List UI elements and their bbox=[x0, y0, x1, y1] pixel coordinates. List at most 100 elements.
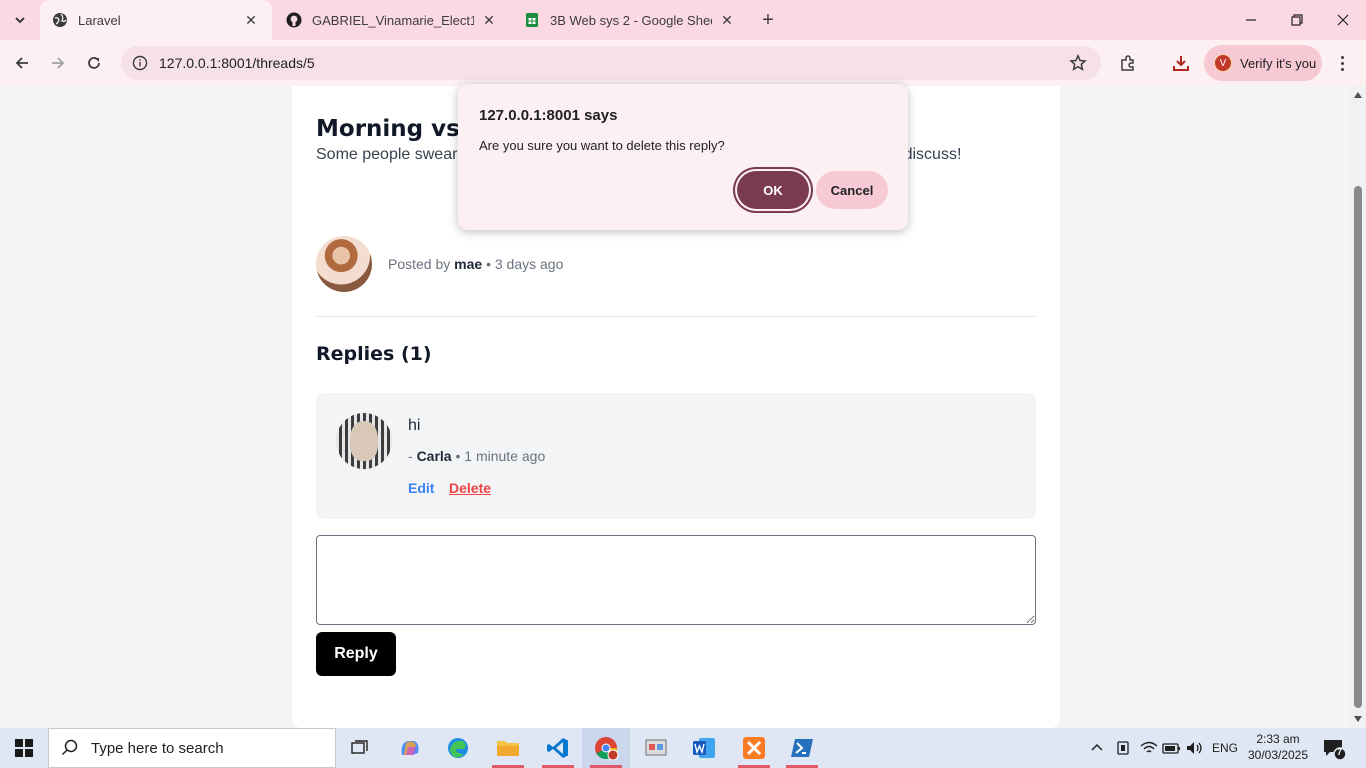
page-scrollbar[interactable] bbox=[1350, 86, 1366, 728]
battery-icon[interactable] bbox=[1162, 728, 1182, 768]
download-icon[interactable] bbox=[1168, 50, 1194, 76]
divider bbox=[316, 316, 1036, 317]
copilot-app[interactable] bbox=[386, 728, 434, 768]
scroll-up-arrow-icon[interactable] bbox=[1354, 92, 1362, 98]
xampp-icon bbox=[743, 737, 765, 759]
cancel-button[interactable]: Cancel bbox=[816, 171, 888, 209]
start-button[interactable] bbox=[8, 734, 40, 762]
taskbar-search-box[interactable]: Type here to search bbox=[48, 728, 336, 768]
avatar bbox=[316, 236, 372, 292]
address-bar[interactable]: 127.0.0.1:8001/threads/5 bbox=[121, 46, 1101, 80]
reply-author: Carla bbox=[416, 448, 452, 464]
tab-search-button[interactable] bbox=[6, 6, 34, 34]
restore-button[interactable] bbox=[1274, 0, 1320, 40]
device-tray-icon[interactable] bbox=[1116, 728, 1130, 768]
reply-item: hi - Carla • 1 minute ago Edit Delete bbox=[316, 393, 1036, 519]
word-icon bbox=[693, 738, 715, 758]
thread-author-info: Posted by mae • 3 days ago bbox=[316, 236, 563, 292]
tab-title: GABRIEL_Vinamarie_Elect1/gab bbox=[312, 12, 474, 28]
profile-verify-button[interactable]: V Verify it's you bbox=[1204, 45, 1322, 81]
notification-center-button[interactable]: 7 bbox=[1322, 736, 1347, 761]
restore-icon bbox=[1291, 14, 1303, 26]
github-icon bbox=[286, 12, 302, 28]
tab-google-sheets[interactable]: 3B Web sys 2 - Google Sheets ✕ bbox=[512, 0, 748, 40]
taskbar-clock[interactable]: 2:33 am 30/03/2025 bbox=[1246, 731, 1310, 763]
close-tab-icon[interactable]: ✕ bbox=[718, 11, 736, 29]
chrome-app[interactable] bbox=[582, 728, 630, 768]
thread-author: mae bbox=[454, 256, 483, 272]
notification-count: 7 bbox=[1337, 747, 1343, 757]
arrow-right-icon bbox=[52, 57, 65, 69]
edge-app[interactable] bbox=[434, 728, 482, 768]
url-text: 127.0.0.1:8001/threads/5 bbox=[159, 55, 315, 71]
delete-reply-link[interactable]: Delete bbox=[449, 480, 491, 496]
more-menu-icon[interactable] bbox=[1332, 50, 1352, 76]
edit-reply-link[interactable]: Edit bbox=[408, 480, 434, 496]
tab-laravel[interactable]: Laravel ✕ bbox=[40, 0, 272, 40]
windows-taskbar: Type here to search ENG 2:33 am 30/03/20… bbox=[0, 728, 1366, 768]
tab-github[interactable]: GABRIEL_Vinamarie_Elect1/gab ✕ bbox=[274, 0, 510, 40]
site-info-icon[interactable] bbox=[123, 55, 157, 71]
chrome-icon bbox=[595, 737, 619, 761]
close-icon bbox=[1337, 14, 1349, 26]
show-hidden-icons[interactable] bbox=[1090, 728, 1104, 768]
file-explorer-app[interactable] bbox=[484, 728, 532, 768]
avatar bbox=[336, 413, 392, 469]
clock-time: 2:33 am bbox=[1256, 732, 1300, 746]
dialog-title: 127.0.0.1:8001 says bbox=[479, 107, 618, 124]
chevron-down-icon bbox=[15, 17, 25, 24]
reply-text: hi bbox=[408, 417, 421, 434]
reply-meta-prefix: - bbox=[408, 448, 413, 464]
forward-button[interactable] bbox=[44, 49, 72, 77]
ok-button[interactable]: OK bbox=[737, 171, 809, 209]
reply-textarea[interactable] bbox=[316, 535, 1036, 625]
word-app[interactable] bbox=[680, 728, 728, 768]
edge-icon bbox=[448, 738, 468, 758]
vscode-app[interactable] bbox=[534, 728, 582, 768]
globe-icon bbox=[52, 12, 68, 28]
bookmark-star-icon[interactable] bbox=[1069, 53, 1087, 77]
xampp-app[interactable] bbox=[730, 728, 778, 768]
minimize-button[interactable] bbox=[1228, 0, 1274, 40]
powershell-app[interactable] bbox=[778, 728, 826, 768]
thread-posted-time: 3 days ago bbox=[494, 256, 564, 272]
tab-title: 3B Web sys 2 - Google Sheets bbox=[550, 12, 712, 28]
folder-icon bbox=[497, 741, 519, 756]
posted-by-label: Posted by bbox=[388, 256, 451, 272]
tab-strip: Laravel ✕ GABRIEL_Vinamarie_Elect1/gab ✕… bbox=[0, 0, 1366, 40]
clock-date: 30/03/2025 bbox=[1247, 748, 1309, 762]
task-view-button[interactable] bbox=[336, 728, 384, 768]
reload-button[interactable] bbox=[80, 49, 108, 77]
powershell-icon bbox=[791, 739, 813, 757]
close-window-button[interactable] bbox=[1320, 0, 1366, 40]
dialog-message: Are you sure you want to delete this rep… bbox=[479, 138, 725, 153]
volume-icon[interactable] bbox=[1186, 728, 1204, 768]
back-button[interactable] bbox=[8, 49, 36, 77]
extensions-icon[interactable] bbox=[1115, 50, 1141, 76]
minimize-icon bbox=[1246, 19, 1256, 21]
vscode-icon bbox=[547, 738, 568, 758]
wifi-icon[interactable] bbox=[1140, 728, 1158, 768]
reload-icon bbox=[88, 57, 100, 69]
scrollbar-thumb[interactable] bbox=[1354, 186, 1362, 708]
scroll-down-arrow-icon[interactable] bbox=[1354, 716, 1362, 722]
thread-meta: Posted by mae • 3 days ago bbox=[388, 256, 563, 272]
search-placeholder: Type here to search bbox=[91, 739, 224, 757]
search-icon bbox=[61, 739, 79, 757]
reply-submit-button[interactable]: Reply bbox=[316, 632, 396, 676]
control-panel-app[interactable] bbox=[632, 728, 680, 768]
plus-icon: + bbox=[762, 8, 774, 31]
browser-toolbar: 127.0.0.1:8001/threads/5 V Verify it's y… bbox=[0, 40, 1366, 86]
sheets-icon bbox=[524, 12, 540, 28]
windows-logo-icon bbox=[15, 739, 33, 757]
language-indicator[interactable]: ENG bbox=[1212, 728, 1238, 768]
close-tab-icon[interactable]: ✕ bbox=[480, 11, 498, 29]
copilot-icon bbox=[401, 741, 419, 755]
confirm-dialog: 127.0.0.1:8001 says Are you sure you wan… bbox=[458, 84, 908, 230]
close-tab-icon[interactable]: ✕ bbox=[242, 11, 260, 29]
new-tab-button[interactable]: + bbox=[756, 8, 780, 32]
chevron-up-icon bbox=[1091, 743, 1103, 751]
verify-label: Verify it's you bbox=[1240, 55, 1317, 71]
arrow-left-icon bbox=[15, 57, 28, 69]
meta-separator: • bbox=[455, 448, 461, 464]
